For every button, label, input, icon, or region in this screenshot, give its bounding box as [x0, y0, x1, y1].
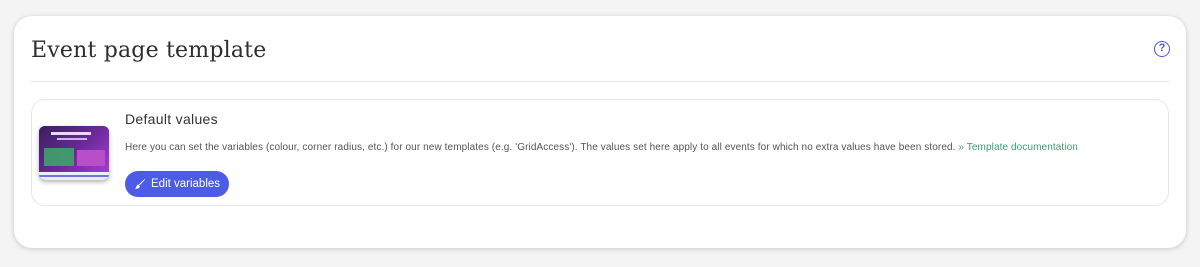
description-text: Here you can set the variables (colour, …	[125, 142, 956, 153]
page-title: Event page template	[31, 38, 267, 63]
divider	[31, 81, 1169, 82]
edit-variables-label: Edit variables	[151, 178, 221, 190]
template-item: Default values Here you can set the vari…	[31, 99, 1169, 206]
template-title: Default values	[125, 111, 218, 127]
brush-icon	[134, 178, 146, 190]
template-documentation-link[interactable]: » Template documentation	[958, 142, 1078, 153]
event-page-template-card: Event page template ? Default values Her…	[14, 16, 1186, 248]
edit-variables-button[interactable]: Edit variables	[125, 171, 230, 197]
template-description: Here you can set the variables (colour, …	[125, 142, 1078, 153]
template-thumbnail	[39, 126, 109, 180]
help-icon[interactable]: ?	[1154, 41, 1170, 57]
